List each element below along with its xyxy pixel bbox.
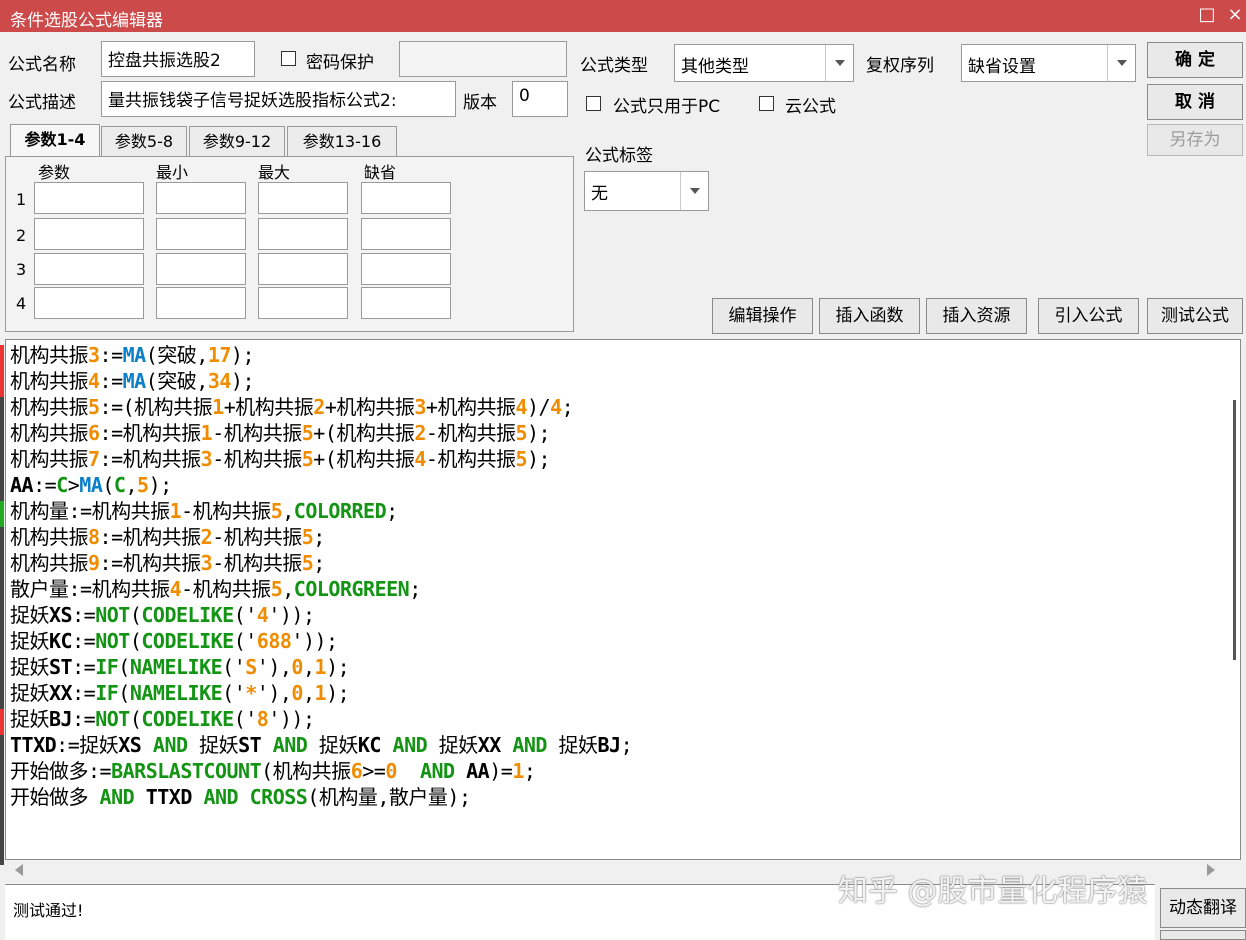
params-panel: 参数 最小 最大 缺省 1 2 3 4 xyxy=(5,156,574,332)
tab-params-5-8[interactable]: 参数5-8 xyxy=(101,126,187,156)
param-name-input[interactable] xyxy=(34,253,144,285)
param-max-input[interactable] xyxy=(258,287,348,319)
ok-button[interactable]: 确 定 xyxy=(1147,42,1243,78)
code-line[interactable]: TTXD:=捉妖XS AND 捉妖ST AND 捉妖KC AND 捉妖XX AN… xyxy=(10,733,633,757)
code-line[interactable]: 捉妖KC:=NOT(CODELIKE('688')); xyxy=(10,629,338,653)
insert-resource-button[interactable]: 插入资源 xyxy=(926,298,1027,334)
cloud-label: 云公式 xyxy=(785,97,836,117)
param-row-number: 3 xyxy=(16,260,27,279)
code-line[interactable]: 机构共振9:=机构共振3-机构共振5; xyxy=(10,551,325,575)
tab-params-1-4[interactable]: 参数1-4 xyxy=(10,124,100,157)
formula-tag-select[interactable]: 无 xyxy=(584,171,709,211)
cloud-checkbox[interactable] xyxy=(759,96,774,111)
param-name-input[interactable] xyxy=(34,182,144,214)
title-bar: 条件选股公式编辑器 □ × xyxy=(0,0,1246,32)
param-header-default: 缺省 xyxy=(364,163,397,182)
param-name-input[interactable] xyxy=(34,287,144,319)
edit-operations-button[interactable]: 编辑操作 xyxy=(712,298,813,334)
watermark: 知乎 @股市量化程序猿 xyxy=(838,874,1148,909)
param-header-max: 最大 xyxy=(258,163,291,182)
code-line[interactable]: 机构共振5:=(机构共振1+机构共振2+机构共振3+机构共振4)/4; xyxy=(10,395,574,419)
pc-only-checkbox[interactable] xyxy=(586,96,601,111)
formula-tag-value: 无 xyxy=(591,184,608,204)
formula-desc-field[interactable]: 量共振钱袋子信号捉妖选股指标公式2: xyxy=(101,81,456,117)
param-max-input[interactable] xyxy=(258,218,348,250)
formula-tag-label: 公式标签 xyxy=(585,146,653,166)
code-line[interactable]: 捉妖ST:=IF(NAMELIKE('S'),0,1); xyxy=(10,655,350,679)
code-line[interactable]: 机构共振6:=机构共振1-机构共振5+(机构共振2-机构共振5); xyxy=(10,421,551,445)
secondary-button[interactable] xyxy=(1160,930,1246,940)
chevron-down-icon[interactable] xyxy=(680,172,708,210)
code-line[interactable]: 机构量:=机构共振1-机构共振5,COLORRED; xyxy=(10,499,398,523)
formula-name-label: 公式名称 xyxy=(8,55,76,75)
code-line[interactable]: 机构共振7:=机构共振3-机构共振5+(机构共振4-机构共振5); xyxy=(10,447,551,471)
param-min-input[interactable] xyxy=(156,287,246,319)
param-header-name: 参数 xyxy=(38,163,71,182)
param-default-input[interactable] xyxy=(361,218,451,250)
save-as-button: 另存为 xyxy=(1147,124,1243,156)
password-field xyxy=(399,41,567,77)
rights-label: 复权序列 xyxy=(866,56,934,76)
window-title: 条件选股公式编辑器 xyxy=(10,11,163,31)
param-name-input[interactable] xyxy=(34,218,144,250)
import-formula-button[interactable]: 引入公式 xyxy=(1038,298,1139,334)
code-editor[interactable]: 机构共振3:=MA(突破,17); 机构共振4:=MA(突破,34); 机构共振… xyxy=(5,339,1241,860)
formula-type-select[interactable]: 其他类型 xyxy=(674,44,854,82)
code-line[interactable]: 机构共振8:=机构共振2-机构共振5; xyxy=(10,525,325,549)
close-icon[interactable]: × xyxy=(1224,4,1246,25)
param-default-input[interactable] xyxy=(361,253,451,285)
formula-type-value: 其他类型 xyxy=(681,57,749,77)
password-checkbox[interactable] xyxy=(281,51,296,66)
param-default-input[interactable] xyxy=(361,182,451,214)
password-label: 密码保护 xyxy=(306,53,374,73)
code-line[interactable]: 机构共振3:=MA(突破,17); xyxy=(10,343,255,367)
vertical-scrollbar[interactable] xyxy=(1233,400,1236,660)
scroll-left-icon[interactable] xyxy=(15,864,23,876)
cancel-button[interactable]: 取 消 xyxy=(1147,84,1243,120)
code-line[interactable]: 捉妖XX:=IF(NAMELIKE('*'),0,1); xyxy=(10,681,350,705)
param-row-number: 4 xyxy=(16,294,27,313)
formula-type-label: 公式类型 xyxy=(580,56,648,76)
code-line[interactable]: 机构共振4:=MA(突破,34); xyxy=(10,369,255,393)
scroll-right-icon[interactable] xyxy=(1207,864,1215,876)
param-min-input[interactable] xyxy=(156,182,246,214)
tab-params-9-12[interactable]: 参数9-12 xyxy=(189,126,285,156)
chevron-down-icon[interactable] xyxy=(825,45,853,81)
dynamic-translate-button[interactable]: 动态翻译 xyxy=(1160,888,1246,928)
test-formula-button[interactable]: 测试公式 xyxy=(1147,298,1243,334)
param-row-number: 1 xyxy=(16,190,27,209)
status-text: 测试通过! xyxy=(13,901,84,920)
pc-only-label: 公式只用于PC xyxy=(613,97,721,117)
chevron-down-icon[interactable] xyxy=(1107,45,1135,81)
code-line[interactable]: 散户量:=机构共振4-机构共振5,COLORGREEN; xyxy=(10,577,421,601)
param-row-number: 2 xyxy=(16,226,27,245)
insert-function-button[interactable]: 插入函数 xyxy=(819,298,920,334)
formula-desc-label: 公式描述 xyxy=(8,93,76,113)
param-max-input[interactable] xyxy=(258,253,348,285)
version-label: 版本 xyxy=(463,93,497,113)
maximize-icon[interactable]: □ xyxy=(1196,4,1218,25)
param-default-input[interactable] xyxy=(361,287,451,319)
code-line[interactable]: 开始做多:=BARSLASTCOUNT(机构共振6>=0 AND AA)=1; xyxy=(10,759,536,783)
chart-edge-strip xyxy=(0,345,4,865)
version-field[interactable]: 0 xyxy=(512,81,568,117)
code-line[interactable]: 开始做多 AND TTXD AND CROSS(机构量,散户量); xyxy=(10,785,471,809)
param-min-input[interactable] xyxy=(156,253,246,285)
code-line[interactable]: AA:=C>MA(C,5); xyxy=(10,473,172,497)
code-text[interactable]: 机构共振3:=MA(突破,17); 机构共振4:=MA(突破,34); 机构共振… xyxy=(10,342,633,810)
rights-value: 缺省设置 xyxy=(968,57,1036,77)
formula-name-field[interactable]: 控盘共振选股2 xyxy=(101,41,255,77)
param-header-min: 最小 xyxy=(156,163,189,182)
param-min-input[interactable] xyxy=(156,218,246,250)
rights-select[interactable]: 缺省设置 xyxy=(961,44,1136,82)
code-line[interactable]: 捉妖BJ:=NOT(CODELIKE('8')); xyxy=(10,707,315,731)
param-max-input[interactable] xyxy=(258,182,348,214)
tab-params-13-16[interactable]: 参数13-16 xyxy=(287,126,397,156)
code-line[interactable]: 捉妖XS:=NOT(CODELIKE('4')); xyxy=(10,603,315,627)
